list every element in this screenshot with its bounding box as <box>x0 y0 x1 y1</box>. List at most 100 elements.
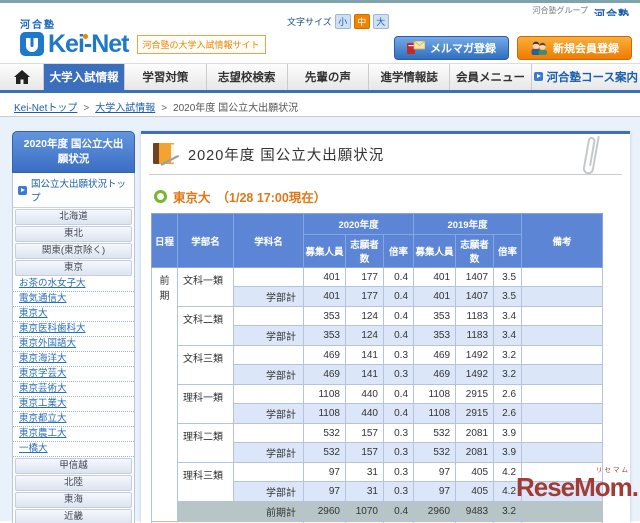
breadcrumb: Kei-Netトップ>大学入試情報>2020年度 国公立大出願状況 <box>0 93 640 117</box>
sidebar-region-button[interactable]: 北海道 <box>15 209 132 225</box>
nav-item-先輩の声[interactable]: 先輩の声 <box>288 64 369 90</box>
table-cell-remarks <box>522 346 603 365</box>
sidebar-university-link[interactable]: 東京都立大 <box>13 412 134 427</box>
sidebar-university-link[interactable]: お茶の水女子大 <box>13 277 134 292</box>
col-header-applicants-2019: 志願者数 <box>456 235 494 268</box>
mailmag-register-button[interactable]: メルマガ登録 <box>394 36 509 60</box>
keinet-logo[interactable]: 河合塾 Kei-Net 河合塾の大学入試情報サイト <box>20 16 266 56</box>
table-cell-value: 157 <box>346 443 384 463</box>
nav-item-会員メニュー[interactable]: 会員メニュー <box>450 64 531 90</box>
table-cell-value: 353 <box>414 326 456 346</box>
table-cell-value: 4.2 <box>494 482 522 502</box>
table-cell-department <box>234 346 304 365</box>
table-cell-value: 0.4 <box>384 502 414 522</box>
table-cell-value: 469 <box>414 365 456 385</box>
breadcrumb-current: 2020年度 国公立大出願状況 <box>173 103 298 114</box>
table-cell-value: 1407 <box>456 268 494 287</box>
nav-item-志望校検索[interactable]: 志望校検索 <box>207 64 288 90</box>
table-cell-subtotal-label: 学部計 <box>234 404 304 424</box>
sidebar-university-link[interactable]: 東京海洋大 <box>13 352 134 367</box>
table-cell-value: 0.3 <box>384 482 414 502</box>
sidebar-university-link[interactable]: 一橋大 <box>13 442 134 457</box>
sidebar-university-link[interactable]: 東京農工大 <box>13 427 134 442</box>
table-cell-remarks <box>522 482 603 502</box>
sidebar-region-button[interactable]: 東北 <box>15 226 132 242</box>
table-cell-value: 2081 <box>456 443 494 463</box>
breadcrumb-link[interactable]: Kei-Netトップ <box>14 103 77 114</box>
sidebar-region-button[interactable]: 東海 <box>15 492 132 508</box>
font-size-large-button[interactable]: 大 <box>373 14 389 29</box>
sidebar-university-link[interactable]: 東京学芸大 <box>13 367 134 382</box>
font-size-small-button[interactable]: 小 <box>335 14 351 29</box>
table-cell-value: 2960 <box>304 502 346 522</box>
nav-item-進学情報誌[interactable]: 進学情報誌 <box>369 64 450 90</box>
table-cell-value: 0.3 <box>384 346 414 365</box>
sidebar-region-button[interactable]: 甲信越 <box>15 458 132 474</box>
table-cell-remarks <box>522 268 603 287</box>
main-nav: 大学入試情報学習対策志望校検索先輩の声進学情報誌会員メニュー河合塾コース案内 <box>0 63 640 93</box>
sidebar-university-link[interactable]: 東京外国語大 <box>13 337 134 352</box>
table-cell-value: 141 <box>346 346 384 365</box>
university-section-heading: 東京大 （1/28 17:00現在） <box>154 187 622 206</box>
table-cell-value: 124 <box>346 307 384 326</box>
table-cell-remarks <box>522 424 603 443</box>
table-cell-value: 353 <box>304 307 346 326</box>
sidebar-university-link[interactable]: 東京工業大 <box>13 397 134 412</box>
breadcrumb-link[interactable]: 大学入試情報 <box>95 103 155 114</box>
table-cell-remarks <box>522 443 603 463</box>
table-cell-value: 1108 <box>414 404 456 424</box>
table-cell-value: 97 <box>414 463 456 482</box>
application-status-table: 日程 学部名 学科名 2020年度 2019年度 備考 募集人員 志願者数 倍率… <box>151 213 603 523</box>
font-size-control: 文字サイズ 小 中 大 <box>287 14 389 29</box>
sidebar-university-link[interactable]: 東京医科歯科大 <box>13 322 134 337</box>
table-cell-value: 97 <box>304 482 346 502</box>
sidebar-region-button[interactable]: 北陸 <box>15 475 132 491</box>
font-size-medium-button[interactable]: 中 <box>354 14 370 29</box>
members-icon <box>530 41 548 55</box>
nav-item-学習対策[interactable]: 学習対策 <box>125 64 206 90</box>
table-cell-value: 1183 <box>456 326 494 346</box>
table-cell-subtotal-label: 学部計 <box>234 482 304 502</box>
table-cell-value: 0.4 <box>384 307 414 326</box>
col-header-department: 学科名 <box>234 214 304 268</box>
table-cell-value: 3.2 <box>494 502 522 522</box>
col-header-capacity-2020: 募集人員 <box>304 235 346 268</box>
table-cell-value: 1108 <box>304 385 346 404</box>
table-cell-remarks <box>522 502 603 522</box>
table-cell-remarks <box>522 385 603 404</box>
sidebar-item-top[interactable]: 国公立大出願状況トップ <box>13 173 134 208</box>
table-cell-value: 3.9 <box>494 424 522 443</box>
sidebar-region-button[interactable]: 東京 <box>15 260 132 276</box>
table-row: 理科二類5321570.353220813.9 <box>152 424 603 443</box>
green-bullet-icon <box>154 190 167 203</box>
table-cell-department <box>234 385 304 404</box>
logo-kawaijuku-text: 河合塾 <box>20 16 266 31</box>
nav-item-大学入試情報[interactable]: 大学入試情報 <box>44 64 125 90</box>
sidebar-university-link[interactable]: 電気通信大 <box>13 292 134 307</box>
sidebar-region-button[interactable]: 関東(東京除く) <box>15 243 132 259</box>
table-row: 文科三類4691410.346914923.2 <box>152 346 603 365</box>
sidebar: 2020年度 国公立大出願状況 国公立大出願状況トップ 北海道東北関東(東京除く… <box>12 131 135 523</box>
nav-home-button[interactable] <box>0 64 44 90</box>
col-header-applicants-2020: 志願者数 <box>346 235 384 268</box>
table-cell-value: 469 <box>304 346 346 365</box>
table-cell-department <box>234 307 304 326</box>
table-cell-remarks <box>522 287 603 307</box>
table-cell-value: 3.4 <box>494 307 522 326</box>
sidebar-university-link[interactable]: 東京芸術大 <box>13 382 134 397</box>
sidebar-university-link[interactable]: 東京大 <box>13 307 134 322</box>
table-row: 理科一類11084400.4110829152.6 <box>152 385 603 404</box>
table-cell-remarks <box>522 365 603 385</box>
mailmag-icon <box>407 41 425 55</box>
table-row: 理科三類97310.3974054.2 <box>152 463 603 482</box>
breadcrumb-separator: > <box>161 103 167 114</box>
sidebar-universities: お茶の水女子大電気通信大東京大東京医科歯科大東京外国語大東京海洋大東京学芸大東京… <box>13 277 134 457</box>
sidebar-region-button[interactable]: 近畿 <box>15 509 132 523</box>
external-link-icon <box>534 72 543 81</box>
asof-datetime: （1/28 17:00現在） <box>217 187 327 206</box>
table-cell-value: 2915 <box>456 385 494 404</box>
table-cell-value: 1407 <box>456 287 494 307</box>
nav-item-河合塾コース案内[interactable]: 河合塾コース案内 <box>532 64 640 90</box>
new-member-register-button[interactable]: 新規会員登録 <box>517 36 632 60</box>
table-cell-value: 401 <box>414 268 456 287</box>
